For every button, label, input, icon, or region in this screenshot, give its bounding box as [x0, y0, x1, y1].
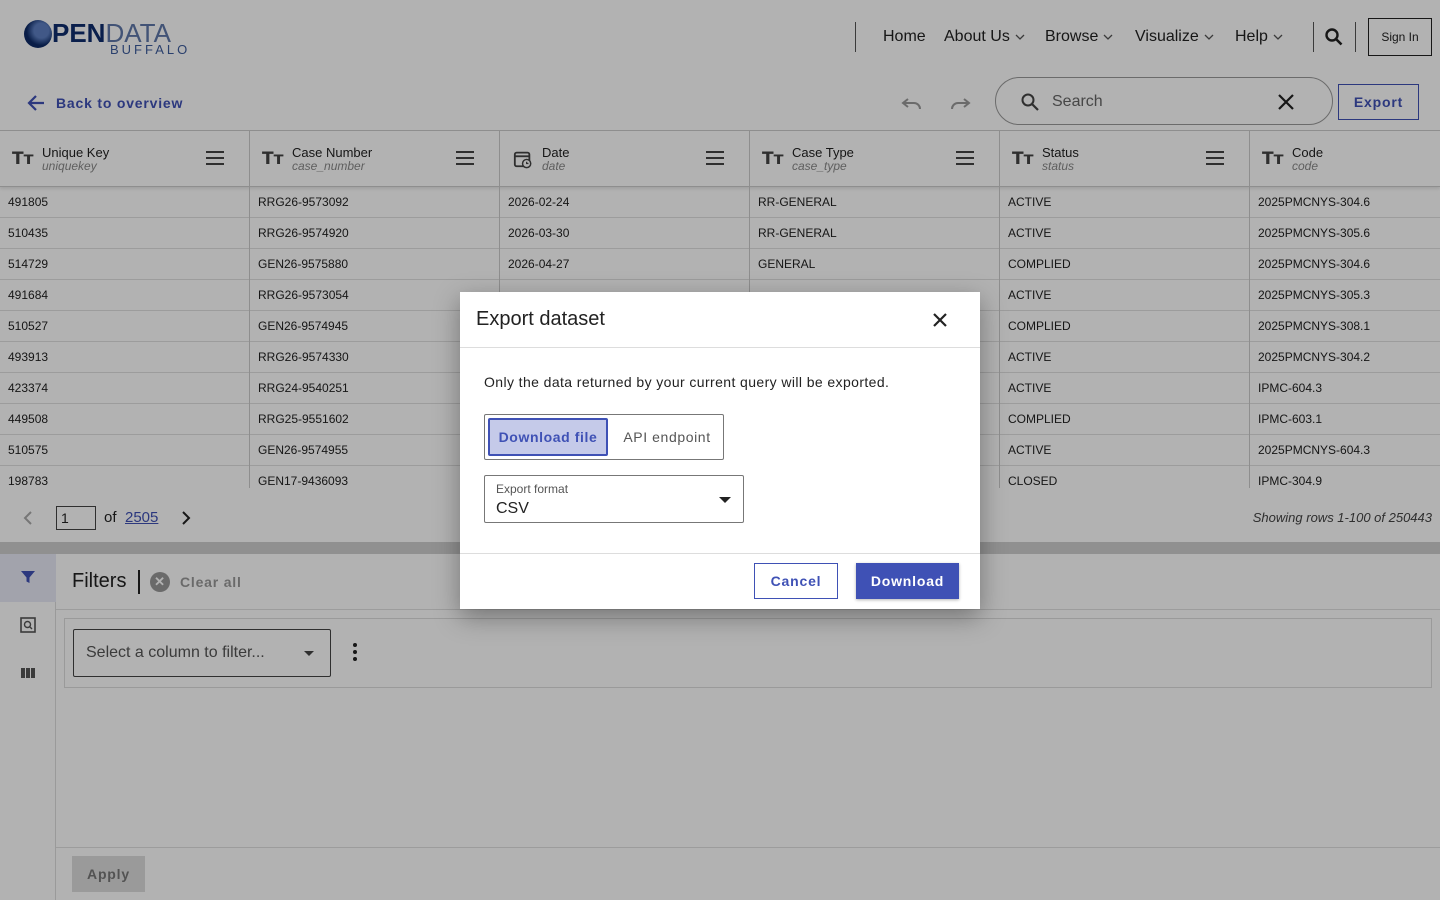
download-button[interactable]: Download — [856, 563, 959, 599]
dialog-footer-divider — [460, 553, 980, 554]
cancel-button[interactable]: Cancel — [754, 563, 838, 599]
export-format-select[interactable]: Export format CSV — [484, 475, 744, 523]
dialog-header: Export dataset — [460, 292, 980, 348]
api-endpoint-option[interactable]: API endpoint — [613, 418, 721, 456]
dialog-title: Export dataset — [476, 308, 605, 330]
export-dataset-dialog: Export dataset Only the data returned by… — [460, 292, 980, 609]
dropdown-caret-icon — [719, 497, 731, 503]
close-icon[interactable] — [928, 308, 952, 332]
dialog-description: Only the data returned by your current q… — [484, 374, 890, 390]
download-file-option[interactable]: Download file — [488, 418, 608, 456]
export-format-label: Export format — [496, 482, 569, 496]
export-mode-toggle: Download file API endpoint — [484, 414, 724, 460]
export-format-value: CSV — [496, 500, 529, 517]
